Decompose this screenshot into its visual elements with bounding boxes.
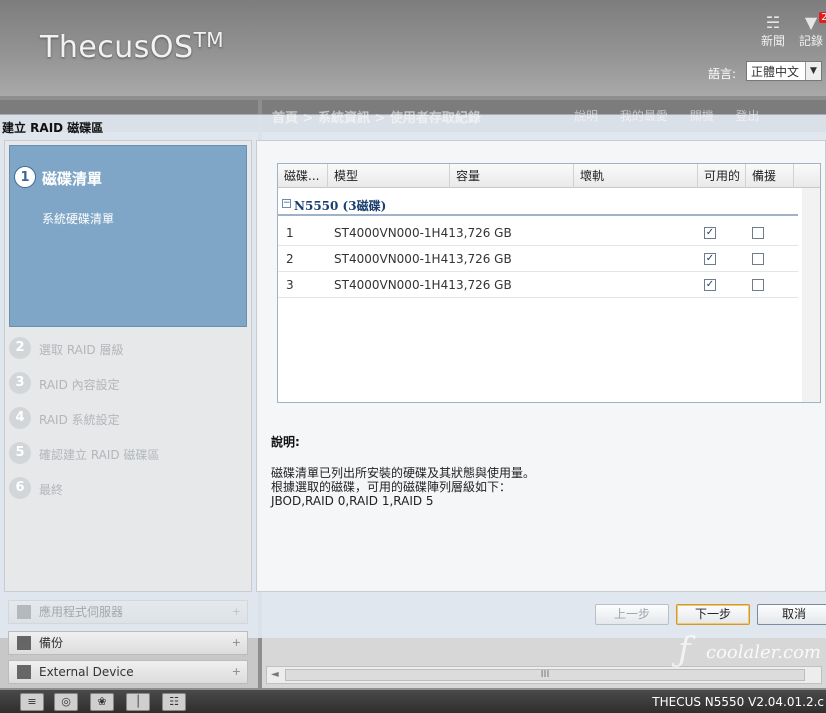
network-icon[interactable]: ☷ xyxy=(162,693,186,711)
horizontal-scrollbar[interactable]: ◄ III xyxy=(266,666,822,684)
watermark-logo-icon: ƒ xyxy=(678,630,691,670)
description-text: 磁碟清單已列出所安裝的硬碟及其狀態與使用量。 根據選取的磁碟，可用的磁碟陣列層級… xyxy=(271,466,536,508)
logout-link[interactable]: 登出 xyxy=(736,109,760,123)
step-number: 1 xyxy=(14,166,36,188)
create-raid-dialog: 首頁 > 系統資訊 > 使用者存取紀錄 說明 我的最愛 關機 登出 建立 RAI… xyxy=(0,109,826,638)
table-row[interactable]: 1 ST4000VN000-1H41 3,726 GB ✓ xyxy=(278,220,798,246)
step-6: 6 最終 xyxy=(9,477,247,501)
menu-external-device[interactable]: External Device + xyxy=(8,660,248,684)
table-scrollbar[interactable] xyxy=(802,188,820,402)
step-1-active: 1 磁碟清單 系統硬碟清單 xyxy=(9,145,247,327)
group-row[interactable]: − N5550 (3磁碟) xyxy=(278,194,798,216)
wizard-content: 磁碟... 模型 容量 壞軌 可用的 備援 − N5550 (3磁碟) 1 ST… xyxy=(256,140,826,592)
log-button[interactable]: ▼ 24 記錄 xyxy=(796,12,826,49)
next-button[interactable]: 下一步 xyxy=(676,604,750,625)
expand-icon: + xyxy=(231,636,241,649)
shutdown-link[interactable]: 關機 xyxy=(690,109,714,123)
step-3: 3 RAID 內容設定 xyxy=(9,372,247,396)
backup-icon xyxy=(17,636,31,650)
spare-checkbox[interactable] xyxy=(752,227,764,239)
table-row[interactable]: 2 ST4000VN000-1H41 3,726 GB ✓ xyxy=(278,246,798,272)
external-device-icon xyxy=(17,665,31,679)
col-disk[interactable]: 磁碟... xyxy=(278,164,328,188)
fan-icon[interactable]: ❀ xyxy=(90,693,114,711)
prev-button[interactable]: 上一步 xyxy=(595,604,669,625)
cancel-button[interactable]: 取消 xyxy=(757,604,826,625)
step-title: 磁碟清單 xyxy=(42,170,103,188)
language-select[interactable]: 正體中文 ▼ xyxy=(746,61,822,81)
news-button[interactable]: ☵ 新聞 xyxy=(758,14,788,49)
app-server-icon xyxy=(17,605,31,619)
col-model[interactable]: 模型 xyxy=(328,164,450,188)
breadcrumb: 首頁 > 系統資訊 > 使用者存取紀錄 xyxy=(272,111,481,126)
description-title: 說明: xyxy=(271,435,300,449)
step-5: 5 確認建立 RAID 磁碟區 xyxy=(9,442,247,466)
temperature-icon[interactable]: │ xyxy=(126,693,150,711)
col-spare[interactable]: 備援 xyxy=(746,164,794,188)
dialog-title: 建立 RAID 磁碟區 xyxy=(2,121,104,135)
chevron-down-icon: ▼ xyxy=(805,62,821,80)
expand-icon: + xyxy=(231,665,241,678)
disk-icon[interactable]: ◎ xyxy=(54,693,78,711)
spare-checkbox[interactable] xyxy=(752,279,764,291)
table-header: 磁碟... 模型 容量 壞軌 可用的 備援 xyxy=(278,164,820,188)
wizard-steps: 1 磁碟清單 系統硬碟清單 2 選取 RAID 層級 3 RAID 內容設定 4… xyxy=(4,140,252,592)
menu-backup[interactable]: 備份 + xyxy=(8,631,248,655)
scroll-thumb[interactable]: III xyxy=(285,669,805,681)
usable-checkbox[interactable]: ✓ xyxy=(704,279,716,291)
log-count-badge: 24 xyxy=(819,12,826,23)
collapse-icon[interactable]: − xyxy=(282,199,291,208)
description-panel: 說明: 磁碟清單已列出所安裝的硬碟及其狀態與使用量。 根據選取的磁碟，可用的磁碟… xyxy=(271,433,811,508)
step-2: 2 選取 RAID 層級 xyxy=(9,337,247,361)
favorites-link[interactable]: 我的最愛 xyxy=(620,109,668,123)
col-usable[interactable]: 可用的 xyxy=(698,164,746,188)
rss-icon: ☵ xyxy=(765,13,781,32)
usable-checkbox[interactable]: ✓ xyxy=(704,227,716,239)
app-logo: ThecusOSTM xyxy=(40,28,225,65)
table-row[interactable]: 3 ST4000VN000-1H41 3,726 GB ✓ xyxy=(278,272,798,298)
menu-app-server[interactable]: 應用程式伺服器 + xyxy=(8,600,248,624)
top-actions: 說明 我的最愛 關機 登出 xyxy=(574,107,778,124)
group-label: N5550 (3磁碟) xyxy=(294,199,387,213)
scroll-left-icon[interactable]: ◄ xyxy=(271,669,279,680)
spare-checkbox[interactable] xyxy=(752,253,764,265)
taskbar: ≡ ◎ ❀ │ ☷ THECUS N5550 V2.04.01.2.c xyxy=(0,690,826,713)
firmware-version: THECUS N5550 V2.04.01.2.c xyxy=(652,695,824,709)
step-subtitle: 系統硬碟清單 xyxy=(42,212,115,226)
language-label: 語言: xyxy=(708,67,737,81)
disk-table: 磁碟... 模型 容量 壞軌 可用的 備援 − N5550 (3磁碟) 1 ST… xyxy=(277,163,821,403)
help-link[interactable]: 說明 xyxy=(574,109,598,123)
col-bad-sectors[interactable]: 壞軌 xyxy=(574,164,698,188)
step-4: 4 RAID 系統設定 xyxy=(9,407,247,431)
usable-checkbox[interactable]: ✓ xyxy=(704,253,716,265)
expand-icon: + xyxy=(231,605,241,618)
header-bar: ThecusOSTM ☵ 新聞 ▼ 24 記錄 語言: 正體中文 ▼ xyxy=(0,0,826,96)
col-capacity[interactable]: 容量 xyxy=(450,164,574,188)
storage-icon[interactable]: ≡ xyxy=(20,693,44,711)
